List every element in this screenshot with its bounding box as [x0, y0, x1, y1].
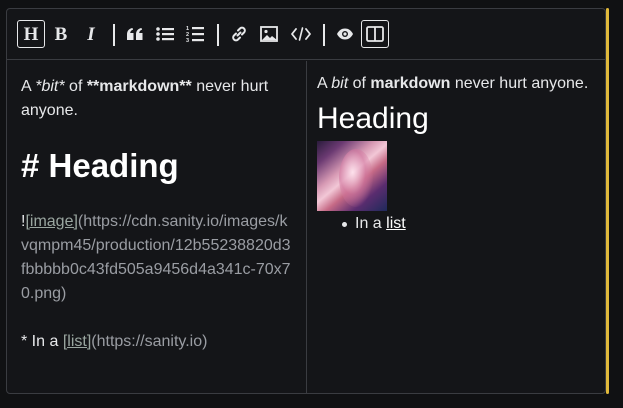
source-image-line: ![image](https://cdn.sanity.io/images/kv…	[21, 210, 292, 306]
numbered-list-icon: 1 2 3	[186, 26, 204, 43]
preview-list-item: In a list	[342, 213, 595, 235]
code-icon	[291, 27, 311, 41]
preview-bold: markdown	[370, 75, 451, 92]
source-link-url: (https://sanity.io)	[91, 333, 208, 350]
source-image-alt[interactable]: [image]	[25, 213, 77, 230]
preview-text: of	[348, 75, 371, 92]
eye-icon	[337, 28, 353, 40]
quote-button[interactable]	[121, 20, 149, 48]
image-icon	[260, 26, 278, 42]
source-text: A	[21, 78, 36, 95]
focus-accent-bar	[606, 8, 609, 394]
italic-button[interactable]: I	[77, 20, 105, 48]
preview-text: A	[317, 75, 332, 92]
source-text: * In a	[21, 333, 63, 350]
bullet-icon	[342, 222, 347, 227]
preview-heading: Heading	[317, 102, 429, 135]
toolbar-divider	[217, 24, 219, 46]
bulleted-list-icon	[156, 27, 174, 41]
preview-paragraph: A bit of markdown never hurt anyone.	[317, 73, 595, 95]
markdown-editor: H B I 1 2 3 A *bit* of **markdown** neve…	[6, 8, 606, 394]
toolbar-divider	[113, 24, 115, 46]
bold-button[interactable]: B	[47, 20, 75, 48]
preview-text: never hurt anyone.	[450, 75, 589, 92]
heading-button[interactable]: H	[17, 20, 45, 48]
columns-icon	[366, 26, 384, 42]
toolbar-divider	[323, 24, 325, 46]
source-italic: *bit*	[35, 78, 65, 95]
bulleted-list-button[interactable]	[151, 20, 179, 48]
markdown-preview-pane: A bit of markdown never hurt anyone. Hea…	[307, 61, 605, 394]
preview-list: In a list	[317, 213, 595, 235]
link-button[interactable]	[225, 20, 253, 48]
side-by-side-button[interactable]	[361, 20, 389, 48]
link-icon	[232, 26, 246, 42]
preview-button[interactable]	[331, 20, 359, 48]
heading-icon: H	[23, 23, 39, 45]
editor-toolbar: H B I 1 2 3	[7, 9, 605, 60]
source-list-line: * In a [list](https://sanity.io)	[21, 330, 292, 354]
numbered-list-button[interactable]: 1 2 3	[181, 20, 209, 48]
svg-text:3: 3	[186, 38, 189, 43]
quote-icon	[127, 28, 143, 40]
source-text: of	[64, 78, 87, 95]
code-button[interactable]	[287, 20, 315, 48]
markdown-source-pane[interactable]: A *bit* of **markdown** never hurt anyon…	[7, 61, 307, 394]
preview-text: In a	[355, 215, 387, 232]
source-bold: **markdown**	[86, 78, 192, 95]
italic-icon: I	[87, 23, 95, 45]
source-link-text[interactable]: [list]	[63, 333, 91, 350]
image-button[interactable]	[255, 20, 283, 48]
source-heading: # Heading	[21, 147, 179, 184]
bold-icon: B	[54, 23, 68, 45]
preview-image	[317, 141, 387, 211]
preview-link[interactable]: list	[386, 215, 406, 232]
source-paragraph: A *bit* of **markdown** never hurt anyon…	[21, 75, 292, 123]
preview-italic: bit	[331, 75, 349, 92]
